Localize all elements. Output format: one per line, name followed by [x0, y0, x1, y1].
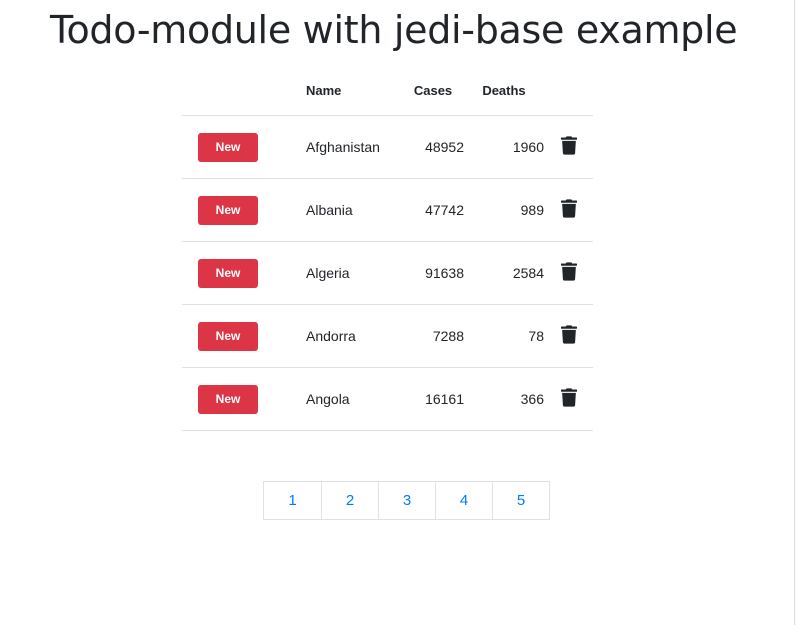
header-empty — [182, 66, 306, 116]
table-row: New Albania 47742 989 — [182, 178, 593, 242]
page-title: Todo-module with jedi-base example — [50, 8, 738, 52]
trash-icon[interactable] — [560, 325, 578, 345]
new-button[interactable]: New — [198, 384, 258, 414]
deaths-value: 1960 — [464, 115, 544, 179]
row-new-cell: New — [182, 178, 306, 242]
deaths-value: 78 — [464, 304, 544, 368]
country-name: Albania — [306, 178, 402, 242]
trash-icon[interactable] — [560, 262, 578, 282]
row-action-cell — [544, 178, 593, 242]
new-button[interactable]: New — [198, 132, 258, 162]
pagination: 12345 — [263, 481, 550, 520]
table-row: New Afghanistan 48952 1960 — [182, 115, 593, 179]
table-row: New Angola 16161 366 — [182, 367, 593, 431]
new-button[interactable]: New — [198, 195, 258, 225]
row-action-cell — [544, 241, 593, 305]
deaths-value: 2584 — [464, 241, 544, 305]
cases-value: 16161 — [402, 367, 464, 431]
window-right-border — [794, 0, 795, 625]
trash-icon[interactable] — [560, 136, 578, 156]
table-header-row: Name Cases Deaths — [182, 66, 593, 116]
country-name: Angola — [306, 367, 402, 431]
page-link-3[interactable]: 3 — [378, 482, 435, 519]
header-deaths: Deaths — [464, 66, 544, 116]
row-new-cell: New — [182, 241, 306, 305]
row-new-cell: New — [182, 304, 306, 368]
trash-icon[interactable] — [560, 388, 578, 408]
cases-value: 7288 — [402, 304, 464, 368]
header-actions — [544, 66, 593, 116]
row-action-cell — [544, 304, 593, 368]
page-link-4[interactable]: 4 — [435, 482, 492, 519]
page-link-5[interactable]: 5 — [492, 482, 549, 519]
row-new-cell: New — [182, 115, 306, 179]
cases-value: 91638 — [402, 241, 464, 305]
new-button[interactable]: New — [198, 321, 258, 351]
page-link-2[interactable]: 2 — [321, 482, 378, 519]
trash-icon[interactable] — [560, 199, 578, 219]
cases-value: 48952 — [402, 115, 464, 179]
row-action-cell — [544, 367, 593, 431]
country-name: Andorra — [306, 304, 402, 368]
country-name: Algeria — [306, 241, 402, 305]
todo-table: Name Cases Deaths New Afghanistan 48952 196… — [182, 66, 593, 431]
row-new-cell: New — [182, 367, 306, 431]
header-cases: Cases — [402, 66, 464, 116]
deaths-value: 366 — [464, 367, 544, 431]
deaths-value: 989 — [464, 178, 544, 242]
page-link-1[interactable]: 1 — [264, 482, 321, 519]
country-name: Afghanistan — [306, 115, 402, 179]
header-name: Name — [306, 66, 402, 116]
table-row: New Andorra 7288 78 — [182, 304, 593, 368]
row-action-cell — [544, 115, 593, 179]
new-button[interactable]: New — [198, 258, 258, 288]
table-row: New Algeria 91638 2584 — [182, 241, 593, 305]
cases-value: 47742 — [402, 178, 464, 242]
